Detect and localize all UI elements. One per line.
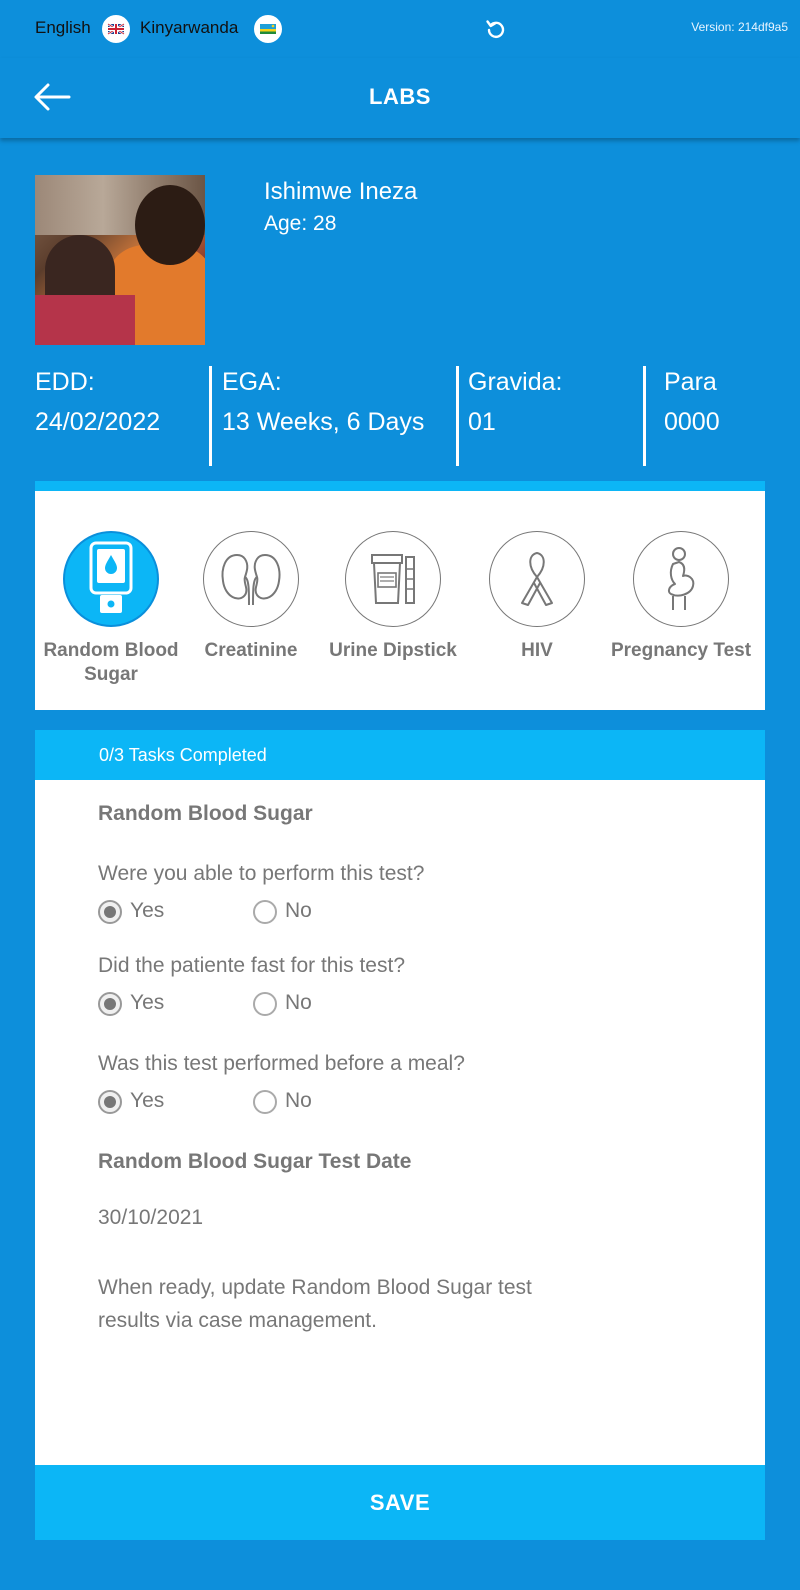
page-title: LABS [369, 84, 431, 109]
ega-value: 13 Weeks, 6 Days [222, 408, 425, 436]
question-performed: Were you able to perform this test? [98, 862, 425, 885]
patient-name: Ishimwe Ineza [264, 178, 418, 205]
stat-divider [643, 366, 646, 466]
test-date-value[interactable]: 30/10/2021 [98, 1206, 203, 1230]
awareness-ribbon-icon [489, 531, 585, 627]
stat-divider [209, 366, 212, 466]
language-english[interactable]: English [35, 18, 91, 38]
glucometer-icon [63, 531, 159, 627]
urine-container-icon [345, 531, 441, 627]
test-date-title: Random Blood Sugar Test Date [98, 1150, 412, 1173]
question-before-meal: Was this test performed before a meal? [98, 1052, 465, 1075]
reload-icon[interactable] [484, 17, 508, 41]
lab-form-card: 0/3 Tasks Completed Random Blood Sugar W… [35, 730, 765, 1538]
edd-stat: EDD: 24/02/2022 [35, 362, 160, 442]
radio-yes-label: Yes [130, 1089, 165, 1112]
tab-hiv[interactable]: HIV [465, 531, 609, 663]
version-label: Version: 214df9a5 [691, 20, 788, 34]
language-kinyarwanda[interactable]: Kinyarwanda [140, 18, 238, 38]
radio-yes-label: Yes [130, 899, 165, 922]
section-title: Random Blood Sugar [98, 802, 313, 825]
tab-label: HIV [521, 640, 553, 661]
patient-age: Age: 28 [264, 212, 337, 235]
patient-photo [35, 175, 205, 345]
gravida-value: 01 [468, 408, 496, 436]
save-button[interactable]: SAVE [35, 1465, 765, 1540]
ega-stat: EGA: 13 Weeks, 6 Days [222, 362, 424, 442]
radio-no[interactable] [253, 900, 277, 924]
language-bar: English Kinyarwanda Version: 214df9a5 [0, 0, 800, 58]
question-fasted: Did the patiente fast for this test? [98, 954, 406, 977]
note-line-1: When ready, update Random Blood Sugar te… [98, 1276, 532, 1299]
stat-divider [456, 366, 459, 466]
tasks-progress: 0/3 Tasks Completed [35, 730, 765, 780]
tab-label: Urine Dipstick [329, 640, 457, 661]
radio-no-label: No [285, 991, 312, 1014]
tab-urine-dipstick[interactable]: Urine Dipstick [321, 531, 465, 663]
tab-random-blood-sugar[interactable]: Random Blood Sugar [39, 531, 183, 687]
para-value: 0000 [664, 408, 720, 436]
tab-label: Random Blood Sugar [43, 640, 179, 685]
kidney-icon [203, 531, 299, 627]
edd-label: EDD: [35, 368, 95, 396]
tab-pregnancy-test[interactable]: Pregnancy Test [609, 531, 753, 663]
tab-label: Pregnancy Test [610, 640, 752, 661]
uk-flag-icon[interactable] [102, 15, 130, 43]
pregnant-woman-icon [633, 531, 729, 627]
radio-no-label: No [285, 1089, 312, 1112]
gravida-label: Gravida: [468, 368, 563, 396]
para-label: Para [664, 368, 717, 396]
lab-tabs-card: Random Blood Sugar Creatinine Urine Dips… [35, 481, 765, 710]
radio-yes[interactable] [98, 900, 122, 924]
para-stat: Para 0000 [664, 362, 720, 442]
tab-creatinine[interactable]: Creatinine [179, 531, 323, 663]
radio-no-label: No [285, 899, 312, 922]
radio-no[interactable] [253, 992, 277, 1016]
edd-value: 24/02/2022 [35, 408, 161, 436]
rwanda-flag-icon[interactable] [254, 15, 282, 43]
radio-yes-label: Yes [130, 991, 165, 1014]
radio-no[interactable] [253, 1090, 277, 1114]
radio-yes[interactable] [98, 992, 122, 1016]
tab-label: Creatinine [204, 640, 298, 661]
gravida-stat: Gravida: 01 [468, 362, 562, 442]
radio-yes[interactable] [98, 1090, 122, 1114]
ega-label: EGA: [222, 368, 282, 396]
note-line-2: results via case management. [98, 1309, 377, 1332]
